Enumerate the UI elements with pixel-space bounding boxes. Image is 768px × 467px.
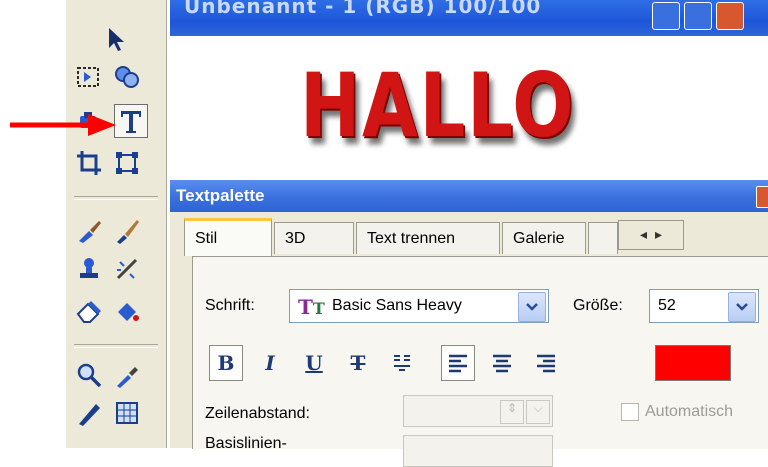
truetype-icon: TT bbox=[298, 295, 325, 319]
size-value: 52 bbox=[658, 297, 676, 314]
tools-toolbar bbox=[66, 0, 167, 448]
tab-galerie[interactable]: Galerie bbox=[502, 222, 586, 254]
baseline-spinner[interactable] bbox=[403, 435, 553, 467]
text-effects-button[interactable] bbox=[385, 345, 419, 381]
chevron-down-icon[interactable]: ⌵ bbox=[526, 400, 550, 424]
bold-glyph: B bbox=[217, 351, 235, 375]
italic-button[interactable]: I bbox=[253, 345, 287, 381]
align-right-button[interactable] bbox=[529, 345, 563, 381]
eraser-icon[interactable] bbox=[72, 294, 106, 328]
line-spacing-spinner[interactable]: ⇕ ⌵ bbox=[403, 395, 553, 427]
fill-icon[interactable] bbox=[110, 294, 144, 328]
palette-title-bar: Textpalette bbox=[170, 180, 768, 212]
paintbrush-icon[interactable] bbox=[110, 214, 144, 248]
palette-close-button[interactable] bbox=[756, 186, 768, 208]
tab-scroll-buttons[interactable]: ◂ ▸ bbox=[618, 220, 684, 250]
align-right-icon bbox=[537, 354, 555, 373]
toolbar-divider bbox=[74, 344, 158, 348]
align-left-icon bbox=[449, 354, 467, 373]
size-select[interactable]: 52 bbox=[649, 289, 759, 323]
red-arrow-annotation bbox=[10, 114, 116, 136]
strikethrough-button[interactable]: T bbox=[341, 345, 375, 381]
text-icon[interactable] bbox=[114, 104, 148, 138]
tab-3d[interactable]: 3D bbox=[274, 222, 354, 254]
pen-icon[interactable] bbox=[72, 396, 106, 430]
auto-label: Automatisch bbox=[645, 403, 734, 420]
scroll-right-icon[interactable]: ▸ bbox=[655, 227, 662, 243]
text-effects-icon bbox=[394, 355, 410, 371]
transform-icon[interactable] bbox=[110, 146, 144, 180]
document-title: Unbenannt - 1 (RGB) 100/100 bbox=[184, 0, 542, 18]
tab-text-trennen[interactable]: Text trennen bbox=[356, 222, 500, 254]
grid-icon[interactable] bbox=[110, 396, 144, 430]
style-panel: Schrift: TT Basic Sans Heavy Größe: 52 B… bbox=[192, 256, 768, 467]
toolbar-divider bbox=[74, 196, 158, 200]
tab-label: Stil bbox=[195, 229, 218, 247]
minimize-button[interactable] bbox=[652, 2, 680, 30]
document-title-bar: Unbenannt - 1 (RGB) 100/100 bbox=[170, 0, 768, 36]
tab-label: 3D bbox=[285, 229, 306, 247]
maximize-button[interactable] bbox=[684, 2, 712, 30]
tab-stil[interactable]: Stil bbox=[184, 218, 272, 256]
font-value: Basic Sans Heavy bbox=[332, 297, 462, 314]
baseline-label: Basislinien- bbox=[205, 435, 287, 452]
spinner-arrows-icon[interactable]: ⇕ bbox=[500, 400, 524, 424]
italic-glyph: I bbox=[265, 351, 275, 375]
tab-hidden[interactable] bbox=[588, 222, 618, 254]
select-arrow-icon[interactable] bbox=[98, 22, 132, 56]
zoom-icon[interactable] bbox=[72, 358, 106, 392]
tab-label: Galerie bbox=[513, 229, 565, 247]
tab-label: Text trennen bbox=[367, 229, 456, 247]
eyedropper-icon[interactable] bbox=[110, 358, 144, 392]
close-button[interactable] bbox=[716, 2, 744, 30]
align-center-button[interactable] bbox=[485, 345, 519, 381]
font-label: Schrift: bbox=[205, 297, 255, 314]
effect-brush-icon[interactable] bbox=[110, 252, 144, 286]
underline-glyph: U bbox=[305, 351, 323, 375]
text-palette: Textpalette Stil 3D Text trennen Galerie… bbox=[170, 180, 768, 467]
align-left-button[interactable] bbox=[441, 345, 475, 381]
auto-checkbox[interactable] bbox=[621, 403, 639, 421]
font-select[interactable]: TT Basic Sans Heavy bbox=[289, 289, 549, 323]
document-window: Unbenannt - 1 (RGB) 100/100 HALLO bbox=[170, 0, 768, 180]
canvas-text[interactable]: HALLO bbox=[300, 62, 575, 150]
stamp-icon[interactable] bbox=[72, 252, 106, 286]
selection-icon[interactable] bbox=[72, 60, 106, 94]
line-spacing-label: Zeilenabstand: bbox=[205, 405, 310, 422]
underline-button[interactable]: U bbox=[297, 345, 331, 381]
palette-title: Textpalette bbox=[176, 186, 265, 205]
crop-icon[interactable] bbox=[72, 146, 106, 180]
strike-glyph: T bbox=[350, 351, 366, 375]
size-label: Größe: bbox=[573, 297, 623, 314]
align-center-icon bbox=[493, 354, 511, 373]
bold-button[interactable]: B bbox=[209, 345, 243, 381]
text-color-swatch[interactable] bbox=[655, 345, 731, 381]
chevron-down-icon[interactable] bbox=[728, 292, 756, 322]
shape-icon[interactable] bbox=[110, 60, 144, 94]
scroll-left-icon[interactable]: ◂ bbox=[640, 227, 647, 243]
brush-icon[interactable] bbox=[72, 214, 106, 248]
chevron-down-icon[interactable] bbox=[518, 292, 546, 322]
